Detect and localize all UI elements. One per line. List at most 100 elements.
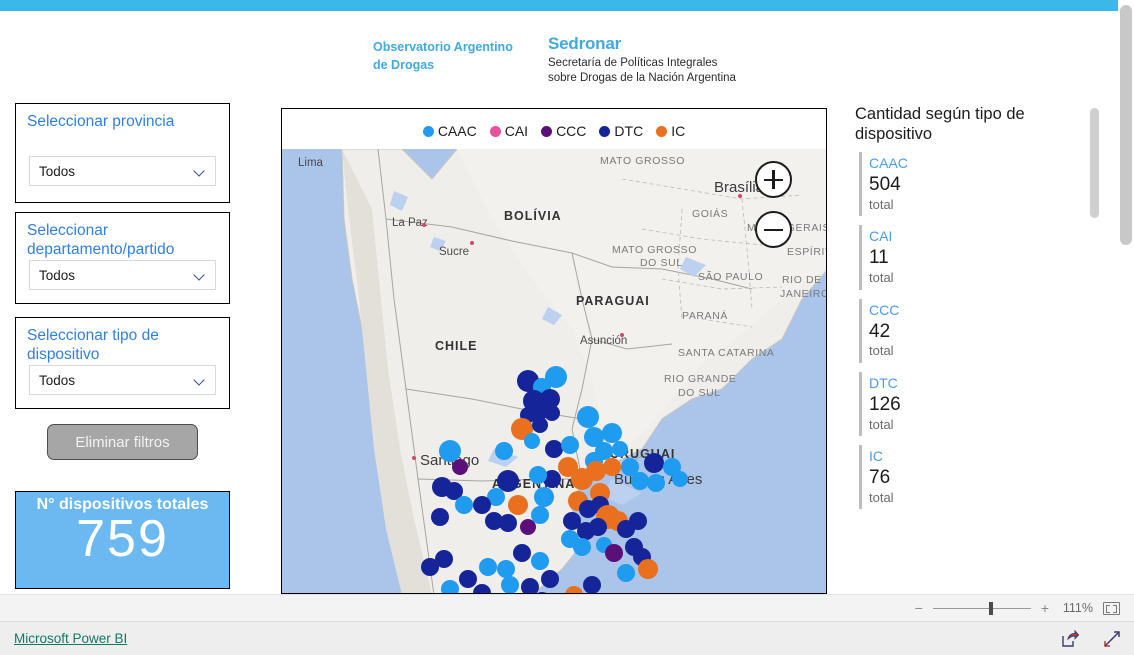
map-label-lima: Lima: [298, 157, 323, 169]
legend-item-caac[interactable]: CAAC: [422, 123, 477, 139]
filter-label-departamento: Seleccionar departamento/partido: [27, 222, 175, 258]
share-icon[interactable]: [1061, 629, 1080, 648]
powerbi-link[interactable]: Microsoft Power BI: [14, 631, 127, 646]
map-data-point[interactable]: [638, 559, 658, 579]
legend-color-dot-icon: [489, 125, 501, 137]
map-legend: CAAC CAI CCC DTC IC: [282, 123, 826, 139]
fullscreen-icon[interactable]: [1103, 630, 1121, 648]
zoom-out-button[interactable]: −: [915, 601, 923, 615]
map-zoom-out-button[interactable]: [755, 211, 792, 248]
map-data-point[interactable]: [534, 487, 554, 507]
page-scrollbar-thumb[interactable]: [1120, 5, 1132, 245]
zoom-slider-thumb[interactable]: [988, 602, 993, 615]
map-data-point[interactable]: [513, 544, 531, 562]
map-label-janeiro: JANEIRO: [780, 288, 826, 300]
map-data-point[interactable]: [532, 417, 548, 433]
map-data-point[interactable]: [605, 544, 623, 562]
filter-label-tipo-dispositivo: Seleccionar tipo de dispositivo: [27, 327, 159, 363]
fit-to-screen-icon[interactable]: [1103, 601, 1120, 615]
map-data-point[interactable]: [529, 466, 547, 484]
map-city-marker-icon: [620, 333, 624, 337]
map-city-marker-icon: [422, 223, 426, 227]
map-visual[interactable]: CAAC CAI CCC DTC IC Lima La Paz BOLÍVIA …: [281, 108, 827, 594]
map-data-point[interactable]: [583, 576, 601, 593]
map-data-point[interactable]: [612, 441, 628, 457]
clear-filters-button[interactable]: Eliminar filtros: [47, 424, 198, 460]
map-label-santa-catarina: SANTA CATARINA: [678, 347, 775, 359]
map-data-point[interactable]: [577, 406, 599, 428]
map-data-point[interactable]: [558, 457, 578, 477]
map-data-point[interactable]: [495, 442, 513, 460]
map-label-chile: CHILE: [435, 339, 478, 353]
map-city-marker-icon: [412, 456, 416, 460]
map-viewport[interactable]: Lima La Paz BOLÍVIA Sucre MATO GROSSO Brasíli…: [282, 149, 826, 593]
map-label-goi-s: GOIÁS: [692, 208, 729, 220]
map-data-point[interactable]: [629, 512, 647, 530]
map-label-s-o-paulo: SÃO PAULO: [698, 271, 764, 283]
legend-color-dot-icon: [541, 125, 553, 137]
map-data-point[interactable]: [521, 578, 539, 593]
map-data-point[interactable]: [520, 519, 536, 535]
legend-item-ccc[interactable]: CCC: [541, 123, 586, 139]
map-data-point[interactable]: [672, 471, 688, 487]
stats-scrollbar-thumb[interactable]: [1090, 108, 1099, 218]
map-data-point[interactable]: [647, 474, 665, 492]
legend-color-dot-icon: [422, 125, 434, 137]
map-label-paraguai: PARAGUAI: [576, 294, 650, 308]
filter-dropdown-tipo-dispositivo[interactable]: Todos: [29, 365, 216, 395]
sedronar-name: Sedronar: [548, 34, 622, 53]
map-label-rio-grande: RIO GRANDE: [664, 373, 737, 385]
stat-total-label: total: [869, 416, 894, 432]
map-label-mato-grosso: MATO GROSSO: [600, 155, 685, 167]
total-devices-card: N° dispositivos totales 759: [15, 491, 230, 589]
map-data-point[interactable]: [473, 496, 491, 514]
map-zoom-in-button[interactable]: [755, 161, 792, 198]
map-data-point[interactable]: [431, 508, 449, 526]
map-data-point[interactable]: [459, 570, 477, 588]
map-data-point[interactable]: [452, 459, 468, 475]
map-data-point[interactable]: [544, 405, 560, 421]
device-type-stats-panel[interactable]: Cantidad según tipo de dispositivo CAAC 5…: [855, 104, 1101, 594]
map-data-point[interactable]: [541, 570, 559, 588]
filter-dropdown-provincia[interactable]: Todos: [29, 156, 216, 186]
legend-item-cai[interactable]: CAI: [489, 123, 528, 139]
map-data-point[interactable]: [497, 560, 515, 578]
stat-total-label: total: [869, 196, 894, 212]
map-data-point[interactable]: [441, 580, 459, 593]
legend-item-ic[interactable]: IC: [656, 123, 685, 139]
legend-label: CCC: [556, 123, 587, 139]
map-data-point[interactable]: [573, 538, 591, 556]
filter-value-provincia: Todos: [39, 163, 76, 179]
page-scrollbar[interactable]: [1118, 0, 1134, 594]
map-data-point[interactable]: [508, 495, 528, 515]
filter-dropdown-departamento[interactable]: Todos: [29, 260, 216, 290]
stat-total-label: total: [869, 489, 894, 505]
stat-value: 42: [869, 320, 891, 342]
filter-card-provincia: Seleccionar provincia Todos: [15, 103, 230, 203]
map-data-point[interactable]: [421, 558, 439, 576]
map-city-marker-icon: [738, 194, 742, 198]
map-data-point[interactable]: [455, 496, 473, 514]
zoom-in-button[interactable]: +: [1041, 601, 1049, 615]
map-data-point[interactable]: [603, 458, 621, 476]
map-data-point[interactable]: [479, 558, 497, 576]
map-data-point[interactable]: [602, 423, 622, 443]
map-data-point[interactable]: [501, 576, 519, 593]
zoom-slider[interactable]: [932, 601, 1031, 615]
map-data-point[interactable]: [644, 453, 664, 473]
stat-name: IC: [869, 448, 883, 465]
stat-row-ic: IC 76 total: [855, 443, 1101, 511]
legend-label: CAAC: [437, 123, 477, 139]
map-data-point[interactable]: [524, 433, 540, 449]
map-data-point[interactable]: [499, 514, 517, 532]
chevron-down-icon: [194, 376, 207, 384]
map-data-point[interactable]: [561, 436, 579, 454]
map-label-bol-via: BOLÍVIA: [504, 209, 562, 223]
map-label-paran-: PARANÁ: [682, 310, 728, 322]
map-data-point[interactable]: [545, 366, 567, 388]
legend-item-dtc[interactable]: DTC: [599, 123, 643, 139]
map-data-point[interactable]: [531, 552, 549, 570]
map-data-point[interactable]: [617, 564, 635, 582]
legend-label: DTC: [614, 123, 644, 139]
stats-rows: CAAC 504 total CAI 11 total CCC 42 total DTC 126 to…: [855, 150, 1101, 511]
